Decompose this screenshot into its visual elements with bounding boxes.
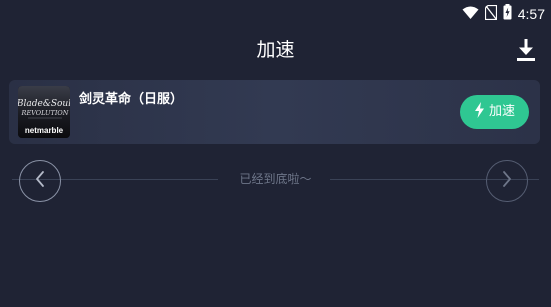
list-end-indicator: 已经到底啦～: [0, 160, 551, 204]
no-sim-icon: [484, 4, 497, 24]
game-list-item[interactable]: Blade&Soul REVOLUTION netmarble 剑灵革命（日服）…: [9, 80, 540, 144]
lightning-icon: [474, 102, 485, 122]
status-icons: 4:57: [462, 4, 545, 24]
list-end-text: 已经到底啦～: [239, 172, 312, 186]
chevron-left-icon: [34, 170, 46, 192]
download-icon: [515, 39, 537, 66]
status-bar: 4:57: [0, 0, 551, 28]
wifi-icon: [462, 5, 479, 24]
header: 加速: [0, 28, 551, 72]
icon-title-line1: Blade&Soul: [18, 99, 70, 109]
page-title: 加速: [256, 39, 295, 61]
game-app-icon: Blade&Soul REVOLUTION netmarble: [18, 86, 70, 138]
next-button[interactable]: [486, 160, 528, 202]
previous-button[interactable]: [19, 160, 61, 202]
accelerate-button[interactable]: 加速: [460, 95, 529, 129]
accelerate-label: 加速: [488, 104, 515, 119]
icon-title-line2: REVOLUTION: [21, 109, 69, 117]
icon-brand: netmarble: [25, 126, 64, 135]
download-button[interactable]: [515, 38, 537, 62]
chevron-right-icon: [501, 170, 513, 192]
game-name: 剑灵革命（日服）: [79, 92, 184, 107]
status-time: 4:57: [517, 6, 545, 22]
battery-charging-icon: [503, 4, 512, 24]
